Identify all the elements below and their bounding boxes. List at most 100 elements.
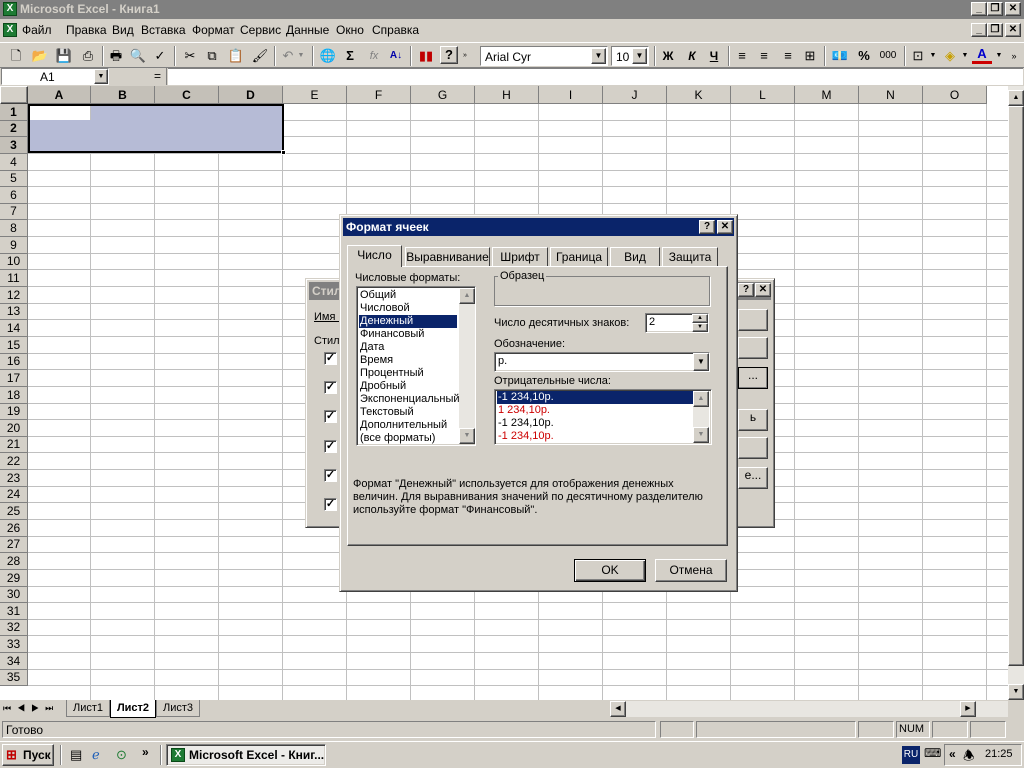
window-title-bar[interactable]: X Microsoft Excel - Книга1 _ ❐ ✕ <box>0 0 1024 19</box>
volume-icon[interactable]: 🕭 <box>963 747 975 768</box>
style-checkbox-number[interactable]: ✓ <box>324 352 337 365</box>
row-header-14[interactable]: 14 <box>0 320 28 337</box>
row-header-23[interactable]: 23 <box>0 470 28 487</box>
bold-button[interactable]: Ж <box>658 46 678 66</box>
spelling-icon[interactable]: ✓ <box>150 46 170 66</box>
row-header-19[interactable]: 19 <box>0 404 28 420</box>
row-header-30[interactable]: 30 <box>0 587 28 603</box>
format-item-6[interactable]: Процентный <box>359 367 457 380</box>
negative-option-1[interactable]: 1 234,10р. <box>497 404 693 417</box>
style-checkbox-border[interactable]: ✓ <box>324 440 337 453</box>
style-modify-button[interactable]: ... <box>738 367 768 389</box>
row-header-29[interactable]: 29 <box>0 570 28 587</box>
column-header-k[interactable]: K <box>667 86 731 104</box>
percent-button[interactable]: % <box>854 46 874 66</box>
borders-icon[interactable]: ⊡ <box>908 46 928 66</box>
column-header-m[interactable]: M <box>795 86 859 104</box>
font-size-combo[interactable]: 10 ▼ <box>611 46 649 66</box>
style-checkbox-protection[interactable]: ✓ <box>324 498 337 511</box>
sheet-nav-arrows[interactable]: ⏮◀▶⏭ <box>3 703 59 714</box>
show-desktop-icon[interactable]: ▤ <box>70 747 86 763</box>
workbook-icon[interactable]: X <box>3 23 17 37</box>
font-name-combo[interactable]: Arial Cyr ▼ <box>480 46 608 66</box>
save-icon[interactable]: 💾 <box>54 46 74 66</box>
spin-down-icon[interactable]: ▼ <box>692 323 708 332</box>
row-header-34[interactable]: 34 <box>0 653 28 670</box>
style-help-button[interactable]: ? <box>738 283 754 297</box>
row-header-35[interactable]: 35 <box>0 670 28 686</box>
start-button[interactable]: ⊞ Пуск <box>2 744 54 766</box>
format-help-button[interactable]: ? <box>699 220 715 234</box>
select-all-corner[interactable] <box>0 86 28 104</box>
menu-tools[interactable]: Сервис <box>240 23 281 37</box>
column-header-i[interactable]: I <box>539 86 603 104</box>
function-icon[interactable]: fx <box>364 46 384 66</box>
row-header-16[interactable]: 16 <box>0 354 28 370</box>
format-item-0[interactable]: Общий <box>359 289 457 302</box>
help-icon[interactable]: ? <box>440 46 458 64</box>
close-button[interactable]: ✕ <box>1005 2 1021 16</box>
open-icon[interactable]: 📂 <box>30 46 50 66</box>
format-item-7[interactable]: Дробный <box>359 380 457 393</box>
quicklaunch-chevron[interactable]: » <box>142 745 149 759</box>
column-header-a[interactable]: A <box>28 86 91 104</box>
chevron-down-icon[interactable]: ▼ <box>693 353 709 371</box>
row-header-13[interactable]: 13 <box>0 304 28 320</box>
media-icon[interactable]: ⊙ <box>116 747 132 763</box>
doc-minimize-button[interactable]: _ <box>971 23 987 37</box>
scroll-down-icon[interactable]: ▼ <box>459 428 475 444</box>
tab-alignment[interactable]: Выравнивание <box>405 247 490 267</box>
autosum-icon[interactable]: Σ <box>340 46 360 66</box>
column-header-f[interactable]: F <box>347 86 411 104</box>
menu-window[interactable]: Окно <box>336 23 364 37</box>
column-header-g[interactable]: G <box>411 86 475 104</box>
spin-up-icon[interactable]: ▲ <box>692 314 708 323</box>
negative-listbox[interactable]: -1 234,10р. 1 234,10р. -1 234,10р. -1 234,1… <box>494 389 712 445</box>
tab-patterns[interactable]: Вид <box>610 247 660 267</box>
column-header-h[interactable]: H <box>475 86 539 104</box>
chevron-down-icon[interactable]: ▼ <box>632 48 647 64</box>
negative-option-2[interactable]: -1 234,10р. <box>497 417 693 430</box>
column-header-o[interactable]: O <box>923 86 987 104</box>
row-header-17[interactable]: 17 <box>0 370 28 387</box>
format-item-10[interactable]: Дополнительный <box>359 419 457 432</box>
row-header-21[interactable]: 21 <box>0 437 28 453</box>
align-left-icon[interactable]: ≡ <box>732 46 752 66</box>
merge-center-icon[interactable]: ⊞ <box>800 46 820 66</box>
align-center-icon[interactable]: ≡ <box>754 46 774 66</box>
row-header-15[interactable]: 15 <box>0 337 28 354</box>
minimize-button[interactable]: _ <box>971 2 987 16</box>
undo-icon[interactable]: ↶ <box>278 46 298 66</box>
column-header-b[interactable]: B <box>91 86 155 104</box>
keyboard-icon[interactable]: ⌨ <box>924 746 941 760</box>
row-header-26[interactable]: 26 <box>0 520 28 537</box>
row-header-6[interactable]: 6 <box>0 187 28 204</box>
tray-chevron[interactable]: « <box>949 747 956 761</box>
formula-input[interactable] <box>168 68 1023 85</box>
format-item-9[interactable]: Текстовый <box>359 406 457 419</box>
excel-icon[interactable]: X <box>3 2 17 16</box>
cancel-button[interactable]: Отмена <box>655 559 727 582</box>
format-painter-icon[interactable]: 🖌 <box>250 46 270 66</box>
fill-handle[interactable] <box>281 150 286 155</box>
formats-listbox[interactable]: Общий Числовой Денежный Финансовый Дата Время… <box>356 286 476 446</box>
format-item-11[interactable]: (все форматы) <box>359 432 457 445</box>
thousands-button[interactable]: 000 <box>876 46 900 66</box>
row-header-24[interactable]: 24 <box>0 487 28 503</box>
ok-button[interactable]: OK <box>574 559 646 582</box>
row-header-20[interactable]: 20 <box>0 420 28 437</box>
print-preview-icon[interactable]: 🔍 <box>128 46 148 66</box>
row-header-10[interactable]: 10 <box>0 254 28 270</box>
style-merge-button[interactable]: е... <box>738 467 768 489</box>
column-header-e[interactable]: E <box>283 86 347 104</box>
font-color-icon[interactable]: A <box>972 46 992 64</box>
scroll-up-icon[interactable]: ▲ <box>1008 90 1024 106</box>
row-header-5[interactable]: 5 <box>0 171 28 187</box>
currency-icon[interactable]: 💶 <box>830 46 850 66</box>
print-icon[interactable]: 🖶 <box>106 46 126 66</box>
row-header-32[interactable]: 32 <box>0 620 28 636</box>
format-item-8[interactable]: Экспоненциальный <box>359 393 460 406</box>
row-header-4[interactable]: 4 <box>0 154 28 171</box>
column-header-j[interactable]: J <box>603 86 667 104</box>
format-item-3[interactable]: Финансовый <box>359 328 457 341</box>
